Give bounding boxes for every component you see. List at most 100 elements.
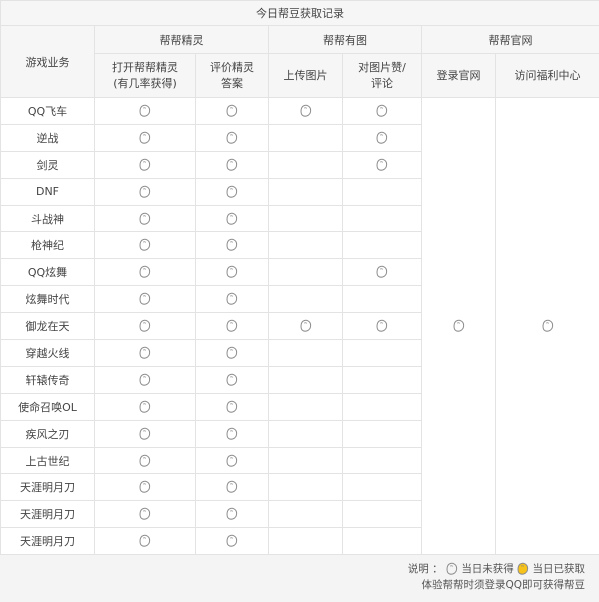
game-name: 枪神纪	[0, 231, 95, 260]
bean-outline-icon	[300, 319, 312, 332]
col-welfare-center: 访问福利中心	[494, 53, 599, 98]
col-open-sprite: 打开帮帮精灵 (有几率获得)	[94, 53, 196, 98]
cell-rate-answer	[195, 446, 269, 475]
game-name: QQ炫舞	[0, 258, 95, 287]
cell-open-sprite	[94, 339, 196, 367]
cell-rate-answer	[195, 339, 269, 367]
bean-outline-icon	[226, 427, 238, 440]
cell-open-sprite	[94, 150, 196, 179]
bean-outline-icon	[376, 158, 388, 171]
bean-outline-icon	[226, 373, 238, 386]
cell-like-comment	[342, 231, 422, 260]
col-sublabel: (有几率获得)	[113, 76, 177, 90]
game-name: 天涯明月刀	[0, 473, 95, 502]
game-name: 剑灵	[0, 150, 95, 179]
bean-outline-icon	[139, 480, 151, 493]
cell-like-comment	[342, 258, 422, 287]
cell-like-comment	[342, 285, 422, 314]
bean-outline-icon	[226, 131, 238, 144]
bean-outline-icon	[139, 454, 151, 467]
cell-like-comment	[342, 365, 422, 394]
cell-rate-answer	[195, 419, 269, 448]
cell-open-sprite	[94, 500, 196, 529]
cell-upload-image	[268, 312, 343, 341]
game-name: 天涯明月刀	[0, 500, 95, 529]
bean-outline-icon	[226, 104, 238, 117]
bean-outline-icon	[542, 319, 554, 332]
legend: 说明 ： 当日未获得 当日已获取 体验帮帮时须登录QQ即可获得帮豆	[408, 561, 585, 593]
bean-outline-icon	[453, 319, 465, 332]
bean-outline-icon	[226, 158, 238, 171]
legend-prefix: 说明 ：	[407, 563, 443, 575]
game-name: QQ飞车	[0, 97, 95, 125]
bean-outline-icon	[226, 534, 238, 547]
cell-like-comment	[342, 392, 422, 421]
cell-open-sprite	[94, 258, 196, 287]
group-header-picture: 帮帮有图	[268, 25, 422, 54]
cell-open-sprite	[94, 231, 196, 260]
game-name: 炫舞时代	[0, 285, 95, 314]
cell-upload-image	[268, 231, 343, 260]
cell-upload-image	[268, 204, 343, 233]
cell-upload-image	[268, 419, 343, 448]
cell-rate-answer	[195, 500, 269, 529]
bean-outline-icon	[376, 319, 388, 332]
legend-note: 体验帮帮时须登录QQ即可获得帮豆	[421, 579, 585, 591]
cell-like-comment	[342, 339, 422, 367]
col-sublabel: 评论	[371, 76, 393, 90]
cell-welfare-center	[494, 96, 599, 556]
game-name: DNF	[0, 177, 95, 206]
bean-record-page: 今日帮豆获取记录 游戏业务 帮帮精灵 帮帮有图 帮帮官网 打开帮帮精灵 (有几率获…	[0, 0, 599, 602]
cell-upload-image	[268, 339, 343, 367]
cell-like-comment	[342, 500, 422, 529]
group-header-official: 帮帮官网	[420, 25, 599, 54]
cell-open-sprite	[94, 419, 196, 448]
bean-outline-icon	[226, 400, 238, 413]
cell-upload-image	[268, 527, 343, 556]
col-rate-answer: 评价精灵 答案	[195, 53, 269, 98]
legend-not-obtained: 当日未获得	[461, 563, 514, 575]
col-label: 访问福利中心	[514, 68, 581, 82]
cell-rate-answer	[195, 258, 269, 287]
col-login-site: 登录官网	[421, 53, 496, 98]
game-name: 逆战	[0, 123, 95, 152]
bean-outline-icon	[139, 212, 151, 225]
cell-open-sprite	[94, 446, 196, 475]
cell-rate-answer	[195, 231, 269, 260]
bean-outline-icon	[139, 427, 151, 440]
cell-rate-answer	[195, 150, 269, 179]
cell-open-sprite	[94, 285, 196, 314]
bean-outline-icon	[139, 507, 151, 520]
game-name: 天涯明月刀	[0, 527, 95, 556]
bean-outline-icon	[376, 131, 388, 144]
col-label: 对图片赞/	[358, 60, 406, 74]
cell-open-sprite	[94, 123, 196, 152]
bean-outline-icon	[139, 265, 151, 278]
cell-like-comment	[342, 527, 422, 556]
game-name: 上古世纪	[0, 446, 95, 475]
bean-outline-icon	[226, 454, 238, 467]
cell-rate-answer	[195, 365, 269, 394]
bean-outline-icon	[376, 265, 388, 278]
cell-open-sprite	[94, 312, 196, 341]
bean-outline-icon	[139, 319, 151, 332]
game-name: 御龙在天	[0, 312, 95, 341]
bean-outline-icon	[139, 292, 151, 305]
cell-like-comment	[342, 473, 422, 502]
game-column-header: 游戏业务	[0, 25, 95, 98]
cell-upload-image	[268, 97, 343, 125]
game-name: 穿越火线	[0, 339, 95, 367]
cell-like-comment	[342, 150, 422, 179]
cell-like-comment	[342, 97, 422, 125]
bean-outline-icon	[300, 104, 312, 117]
cell-like-comment	[342, 312, 422, 341]
cell-open-sprite	[94, 392, 196, 421]
cell-like-comment	[342, 419, 422, 448]
col-label: 评价精灵	[210, 60, 254, 74]
game-name: 疾风之刃	[0, 419, 95, 448]
cell-upload-image	[268, 473, 343, 502]
game-name: 使命召唤OL	[0, 392, 95, 421]
cell-rate-answer	[195, 123, 269, 152]
bean-outline-icon	[446, 562, 458, 575]
bean-outline-icon	[139, 534, 151, 547]
